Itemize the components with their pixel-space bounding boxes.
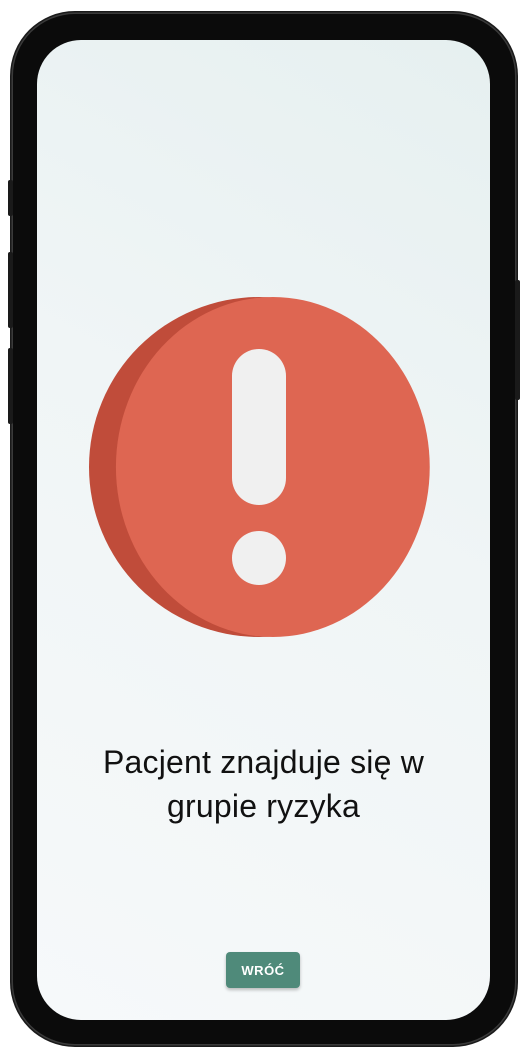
app-screen: Pacjent znajduje się w grupie ryzyka WRÓ… [37,40,490,1020]
mute-switch [8,180,13,216]
exclamation-dot [232,531,286,585]
risk-message: Pacjent znajduje się w grupie ryzyka [37,740,490,828]
volume-down-button [8,348,13,424]
risk-message-line2: grupie ryzyka [167,788,360,824]
exclamation-alert-icon [89,297,430,637]
exclamation-bar [232,349,286,505]
volume-up-button [8,252,13,328]
power-button [515,280,520,400]
back-button[interactable]: WRÓĆ [226,952,300,988]
risk-message-line1: Pacjent znajduje się w [102,744,425,780]
